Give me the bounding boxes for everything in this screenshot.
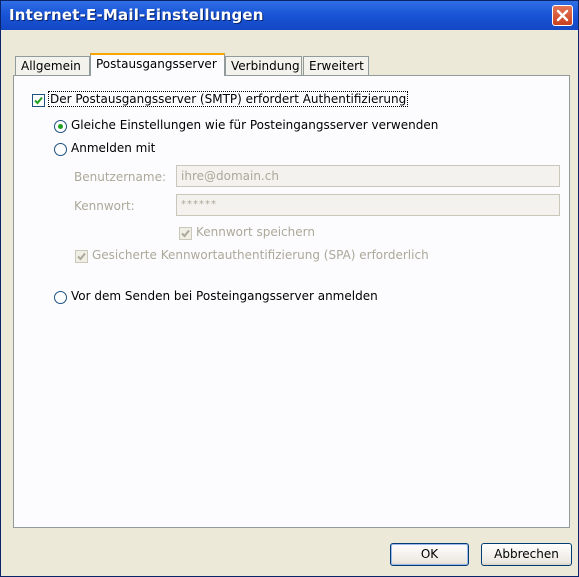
password-label: Kennwort:	[74, 199, 135, 213]
ok-button[interactable]: OK	[390, 543, 469, 566]
username-label: Benutzername:	[74, 170, 167, 184]
save-password-checkbox[interactable]	[179, 227, 192, 240]
tab-verbindung-label: Verbindung	[231, 59, 300, 73]
username-field[interactable]: ihre@domain.ch	[176, 165, 560, 187]
password-field[interactable]: ******	[176, 194, 560, 216]
tab-verbindung[interactable]: Verbindung	[225, 56, 302, 75]
spa-label: Gesicherte Kennwortauthentifizierung (SP…	[92, 248, 429, 262]
smtp-auth-label: Der Postausgangsserver (SMTP) erfordert …	[47, 91, 409, 107]
same-settings-label: Gleiche Einstellungen wie für Posteingan…	[71, 118, 439, 132]
login-before-send-label: Vor dem Senden bei Posteingangsserver an…	[71, 289, 378, 303]
smtp-auth-checkbox[interactable]	[32, 94, 45, 107]
spa-checkbox[interactable]	[75, 250, 88, 263]
tab-erweitert[interactable]: Erweitert	[303, 56, 369, 75]
close-button[interactable]	[552, 5, 573, 26]
login-with-label: Anmelden mit	[71, 141, 156, 155]
tab-allgemein-label: Allgemein	[21, 59, 81, 73]
title-bar[interactable]: Internet-E-Mail-Einstellungen	[1, 1, 578, 30]
cancel-button[interactable]: Abbrechen	[481, 543, 572, 566]
dialog-window: Internet-E-Mail-Einstellungen Allgemein …	[0, 0, 579, 577]
password-value: ******	[181, 199, 217, 210]
same-settings-radio[interactable]	[54, 120, 67, 133]
save-password-label: Kennwort speichern	[196, 225, 315, 239]
tab-panel-postausgangsserver: Der Postausgangsserver (SMTP) erfordert …	[13, 75, 570, 528]
window-title: Internet-E-Mail-Einstellungen	[9, 6, 264, 24]
login-before-send-radio[interactable]	[54, 291, 67, 304]
login-with-radio[interactable]	[54, 143, 67, 156]
tab-postausgangsserver[interactable]: Postausgangsserver	[90, 53, 225, 76]
tab-allgemein[interactable]: Allgemein	[15, 56, 90, 75]
tab-erweitert-label: Erweitert	[309, 59, 364, 73]
username-value: ihre@domain.ch	[181, 169, 279, 183]
tab-postausgangsserver-label: Postausgangsserver	[96, 57, 217, 71]
radio-selected-dot	[58, 124, 63, 129]
